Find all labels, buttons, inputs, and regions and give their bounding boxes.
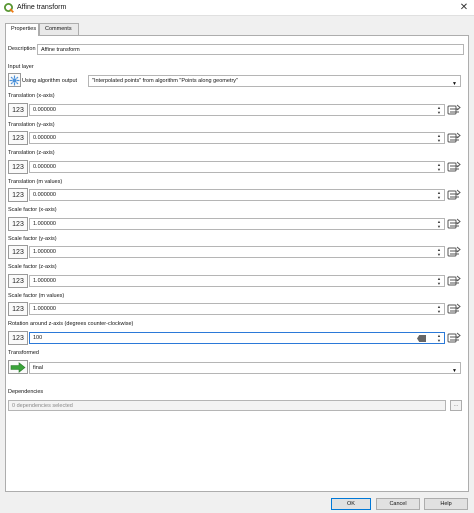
spinbox-arrows-icon[interactable]: ▲ ▼ (436, 333, 442, 343)
param-label-translation-z: Translation (z-axis) (8, 150, 55, 156)
param-label-translation-y: Translation (y-axis) (8, 122, 55, 128)
numeric-icon: 123 (8, 302, 28, 316)
param-label-scale-x: Scale factor (x-axis) (8, 207, 57, 213)
spinbox-arrows-icon[interactable]: ▲ ▼ (436, 133, 442, 143)
translation-z-value: 0.000000 (33, 164, 56, 170)
data-defined-override-icon[interactable] (447, 331, 461, 344)
param-label-translation-x: Translation (x-axis) (8, 93, 55, 99)
tab-properties[interactable]: Properties (5, 23, 39, 36)
scale-z-input[interactable]: 1.000000 ▲ ▼ (29, 275, 445, 287)
scale-y-value: 1.000000 (33, 249, 56, 255)
algorithm-output-icon[interactable] (8, 73, 21, 87)
transformed-output-value: final (33, 365, 44, 371)
numeric-icon: 123 (8, 188, 28, 202)
numeric-icon: 123 (8, 160, 28, 174)
param-label-translation-m: Translation (m values) (8, 179, 63, 185)
data-defined-override-icon[interactable] (447, 217, 461, 230)
scale-x-input[interactable]: 1.000000 ▲ ▼ (29, 218, 445, 230)
chevron-down-icon[interactable]: ▼ (452, 366, 457, 377)
dependencies-input[interactable]: 0 dependencies selected (8, 400, 446, 411)
output-arrow-icon (8, 360, 28, 374)
description-input[interactable]: Affine transform (37, 44, 464, 55)
cancel-button[interactable]: Cancel (376, 498, 420, 510)
dependencies-browse-button[interactable]: ... (450, 400, 462, 411)
spinbox-arrows-icon[interactable]: ▲ ▼ (436, 247, 442, 257)
dialog-button-bar: OK Cancel Help (0, 495, 474, 513)
param-label-scale-m: Scale factor (m values) (8, 293, 65, 299)
numeric-icon: 123 (8, 245, 28, 259)
spinbox-arrows-icon[interactable]: ▲ ▼ (436, 162, 442, 172)
spinbox-arrows-icon[interactable]: ▲ ▼ (436, 190, 442, 200)
clear-value-icon[interactable] (417, 335, 426, 342)
numeric-icon: 123 (8, 331, 28, 345)
translation-z-input[interactable]: 0.000000 ▲ ▼ (29, 161, 445, 173)
scale-m-value: 1.000000 (33, 306, 56, 312)
rotation-z-input[interactable]: 100 ▲ ▼ (29, 332, 445, 344)
spinbox-arrows-icon[interactable]: ▲ ▼ (436, 304, 442, 314)
numeric-icon: 123 (8, 274, 28, 288)
scale-m-input[interactable]: 1.000000 ▲ ▼ (29, 303, 445, 315)
param-label-scale-z: Scale factor (z-axis) (8, 264, 57, 270)
dependencies-label: Dependencies (8, 389, 44, 395)
data-defined-override-icon[interactable] (447, 245, 461, 258)
window-title: Affine transform (17, 4, 67, 11)
ok-button[interactable]: OK (331, 498, 371, 510)
description-row: Description Affine transform (8, 44, 464, 55)
input-layer-label: Input layer (8, 64, 34, 70)
data-defined-override-icon[interactable] (447, 302, 461, 315)
data-defined-override-icon[interactable] (447, 188, 461, 201)
close-icon[interactable]: ✕ (458, 1, 470, 14)
qgis-logo-icon (4, 3, 14, 13)
data-defined-override-icon[interactable] (447, 103, 461, 116)
spinbox-arrows-icon[interactable]: ▲ ▼ (436, 219, 442, 229)
scale-z-value: 1.000000 (33, 278, 56, 284)
data-defined-override-icon[interactable] (447, 131, 461, 144)
title-bar: Affine transform ✕ (0, 0, 474, 16)
description-label: Description (8, 46, 36, 52)
scale-y-input[interactable]: 1.000000 ▲ ▼ (29, 246, 445, 258)
scale-x-value: 1.000000 (33, 221, 56, 227)
translation-x-input[interactable]: 0.000000 ▲ ▼ (29, 104, 445, 116)
data-defined-override-icon[interactable] (447, 160, 461, 173)
chevron-down-icon: ▼ (452, 81, 457, 87)
input-layer-selected: "Interpolated points" from algorithm "Po… (92, 78, 238, 84)
translation-m-input[interactable]: 0.000000 ▲ ▼ (29, 189, 445, 201)
param-label-rotation-z: Rotation around z-axis (degrees counter-… (8, 321, 134, 327)
rotation-z-value: 100 (33, 335, 43, 341)
help-button[interactable]: Help (424, 498, 468, 510)
translation-y-value: 0.000000 (33, 135, 56, 141)
algorithm-output-text: Using algorithm output (22, 78, 78, 84)
numeric-icon: 123 (8, 217, 28, 231)
transformed-label: Transformed (8, 350, 39, 356)
translation-m-value: 0.000000 (33, 192, 56, 198)
spinbox-arrows-icon[interactable]: ▲ ▼ (436, 276, 442, 286)
data-defined-override-icon[interactable] (447, 274, 461, 287)
spinbox-arrows-icon[interactable]: ▲ ▼ (436, 105, 442, 115)
tab-comments[interactable]: Comments (39, 23, 79, 35)
translation-y-input[interactable]: 0.000000 ▲ ▼ (29, 132, 445, 144)
transformed-output-input[interactable]: final ▼ (29, 362, 461, 374)
translation-x-value: 0.000000 (33, 107, 56, 113)
param-label-scale-y: Scale factor (y-axis) (8, 236, 57, 242)
numeric-icon: 123 (8, 103, 28, 117)
numeric-icon: 123 (8, 131, 28, 145)
input-layer-select[interactable]: "Interpolated points" from algorithm "Po… (88, 75, 461, 87)
